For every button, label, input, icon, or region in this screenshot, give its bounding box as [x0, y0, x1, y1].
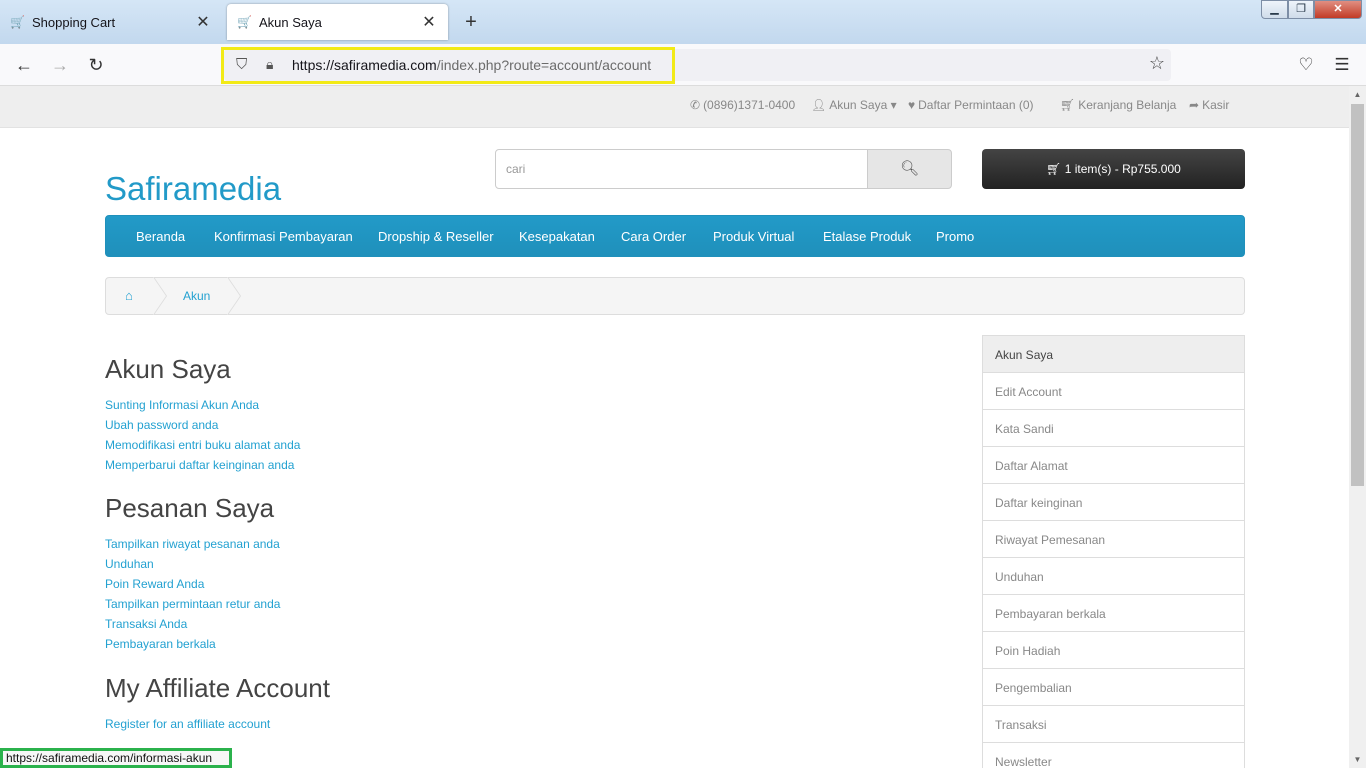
- reload-icon[interactable]: ↻: [83, 52, 109, 78]
- phone-label: (0896)1371-0400: [703, 98, 796, 112]
- scrollbar-thumb[interactable]: [1351, 104, 1364, 486]
- close-tab-icon[interactable]: ✕: [194, 12, 212, 32]
- menu-item-produk-virtual[interactable]: Produk Virtual: [713, 229, 794, 244]
- menu-icon[interactable]: ☰: [1330, 53, 1354, 77]
- phone-link[interactable]: ✆ (0896)1371-0400: [690, 98, 795, 112]
- link-recurring-payments[interactable]: Pembayaran berkala: [105, 637, 216, 651]
- account-dropdown[interactable]: 👤︎ Akun Saya ▾: [811, 98, 897, 112]
- tab-title: Shopping Cart: [32, 14, 116, 30]
- search-button[interactable]: 🔍︎: [867, 149, 952, 189]
- forward-icon[interactable]: →: [47, 52, 73, 78]
- breadcrumb: ⌂ Akun: [105, 277, 1245, 315]
- menu-item-kesepakatan[interactable]: Kesepakatan: [519, 229, 595, 244]
- sidebar-item-daftar-alamat[interactable]: Daftar Alamat: [982, 446, 1245, 484]
- web-page: ✆ (0896)1371-0400 👤︎ Akun Saya ▾ ♥ Daftar P…: [0, 86, 1349, 768]
- close-tab-icon[interactable]: ✕: [420, 12, 438, 32]
- cart-favicon-icon: 🛒: [10, 15, 25, 29]
- link-change-password[interactable]: Ubah password anda: [105, 418, 218, 432]
- link-wishlist[interactable]: Memperbarui daftar keinginan anda: [105, 458, 294, 472]
- menu-item-beranda[interactable]: Beranda: [136, 229, 185, 244]
- link-downloads[interactable]: Unduhan: [105, 557, 154, 571]
- search-input[interactable]: cari: [495, 149, 868, 189]
- sidebar-item-pengembalian[interactable]: Pengembalian: [982, 668, 1245, 706]
- home-icon[interactable]: ⌂: [125, 288, 133, 303]
- breadcrumb-akun[interactable]: Akun: [183, 289, 210, 303]
- menu-item-cara-order[interactable]: Cara Order: [621, 229, 686, 244]
- bookmark-star-icon[interactable]: ☆: [1149, 53, 1165, 74]
- breadcrumb-separator: [153, 277, 167, 315]
- menu-item-dropship-reseller[interactable]: Dropship & Reseller: [378, 229, 494, 244]
- link-transactions[interactable]: Transaksi Anda: [105, 617, 187, 631]
- search-icon: 🔍︎: [899, 160, 920, 177]
- sidebar-item-newsletter[interactable]: Newsletter: [982, 742, 1245, 768]
- sidebar-item-daftar-keinginan[interactable]: Daftar keinginan: [982, 483, 1245, 521]
- sidebar-item-unduhan[interactable]: Unduhan: [982, 557, 1245, 595]
- back-icon[interactable]: ←: [11, 52, 37, 78]
- sidebar-item-kata-sandi[interactable]: Kata Sandi: [982, 409, 1245, 447]
- top-links-bar: ✆ (0896)1371-0400 👤︎ Akun Saya ▾ ♥ Daftar P…: [0, 86, 1349, 128]
- link-address-book[interactable]: Memodifikasi entri buku alamat anda: [105, 438, 300, 452]
- site-logo[interactable]: Safiramedia: [105, 170, 281, 208]
- maximize-window-button[interactable]: ❐: [1288, 0, 1314, 19]
- browser-window: 🛒 Shopping Cart ✕ 🛒 Akun Saya ✕ + ▁ ❐ ✕ …: [0, 0, 1366, 768]
- sidebar-item-poin-hadiah[interactable]: Poin Hadiah: [982, 631, 1245, 669]
- heart-icon: ♥: [908, 98, 916, 112]
- scroll-down-icon[interactable]: ▼: [1349, 751, 1366, 768]
- menu-item-etalase-produk[interactable]: Etalase Produk: [823, 229, 911, 244]
- tab-akun-saya[interactable]: 🛒 Akun Saya ✕: [227, 4, 448, 40]
- vertical-scrollbar[interactable]: ▲ ▼: [1349, 86, 1366, 768]
- cart-favicon-icon: 🛒: [237, 15, 252, 29]
- tab-bar: 🛒 Shopping Cart ✕ 🛒 Akun Saya ✕ + ▁ ❐ ✕: [0, 0, 1366, 44]
- link-order-history[interactable]: Tampilkan riwayat pesanan anda: [105, 537, 280, 551]
- status-bar-url: https://safiramedia.com/informasi-akun: [0, 748, 232, 768]
- cart-summary-label: 1 item(s) - Rp755.000: [1064, 162, 1181, 176]
- sidebar-item-akun-saya[interactable]: Akun Saya: [982, 335, 1245, 373]
- breadcrumb-separator: [227, 277, 241, 315]
- cart-label: Keranjang Belanja: [1078, 98, 1177, 112]
- url-highlight-box: [221, 47, 675, 84]
- phone-icon: ✆: [690, 98, 701, 112]
- link-edit-account[interactable]: Sunting Informasi Akun Anda: [105, 398, 259, 412]
- section-title-affiliate: My Affiliate Account: [105, 673, 330, 703]
- menu-item-promo[interactable]: Promo: [936, 229, 974, 244]
- shopping-cart-icon: 🛒︎: [1060, 98, 1076, 112]
- tab-shopping-cart[interactable]: 🛒 Shopping Cart ✕: [0, 4, 222, 40]
- link-returns[interactable]: Tampilkan permintaan retur anda: [105, 597, 280, 611]
- checkout-link[interactable]: ➦ Kasir: [1189, 98, 1229, 112]
- cart-link[interactable]: 🛒︎ Keranjang Belanja: [1060, 98, 1176, 112]
- section-title-orders: Pesanan Saya: [105, 493, 275, 523]
- navigation-toolbar: ← → ↻ ⛉ 🔒︎ https://safiramedia.com/index…: [0, 44, 1366, 86]
- wishlist-label: Daftar Permintaan (0): [918, 98, 1034, 112]
- link-reward-points[interactable]: Poin Reward Anda: [105, 577, 204, 591]
- cart-summary-button[interactable]: 🛒︎ 1 item(s) - Rp755.000: [982, 149, 1245, 189]
- sidebar-item-riwayat-pemesanan[interactable]: Riwayat Pemesanan: [982, 520, 1245, 558]
- menu-item-konfirmasi-pembayaran[interactable]: Konfirmasi Pembayaran: [214, 229, 353, 244]
- main-menu: Beranda Konfirmasi Pembayaran Dropship &…: [105, 215, 1245, 257]
- account-label: Akun Saya: [829, 98, 888, 112]
- minimize-window-button[interactable]: ▁: [1261, 0, 1288, 19]
- section-title-account: Akun Saya: [105, 354, 231, 384]
- wishlist-link[interactable]: ♥ Daftar Permintaan (0): [908, 98, 1034, 112]
- new-tab-button[interactable]: +: [458, 8, 484, 36]
- close-window-button[interactable]: ✕: [1314, 0, 1362, 19]
- caret-down-icon: ▾: [890, 98, 897, 112]
- pocket-icon[interactable]: ♡: [1294, 53, 1318, 77]
- user-icon: 👤︎: [811, 98, 827, 112]
- checkout-label: Kasir: [1202, 98, 1230, 112]
- scroll-up-icon[interactable]: ▲: [1349, 86, 1366, 103]
- tab-title: Akun Saya: [259, 14, 322, 30]
- sidebar-item-transaksi[interactable]: Transaksi: [982, 705, 1245, 743]
- shopping-cart-icon: 🛒︎: [1046, 162, 1062, 176]
- link-register-affiliate[interactable]: Register for an affiliate account: [105, 717, 270, 731]
- sidebar-item-pembayaran-berkala[interactable]: Pembayaran berkala: [982, 594, 1245, 632]
- sidebar-item-edit-account[interactable]: Edit Account: [982, 372, 1245, 410]
- share-icon: ➦: [1189, 98, 1200, 112]
